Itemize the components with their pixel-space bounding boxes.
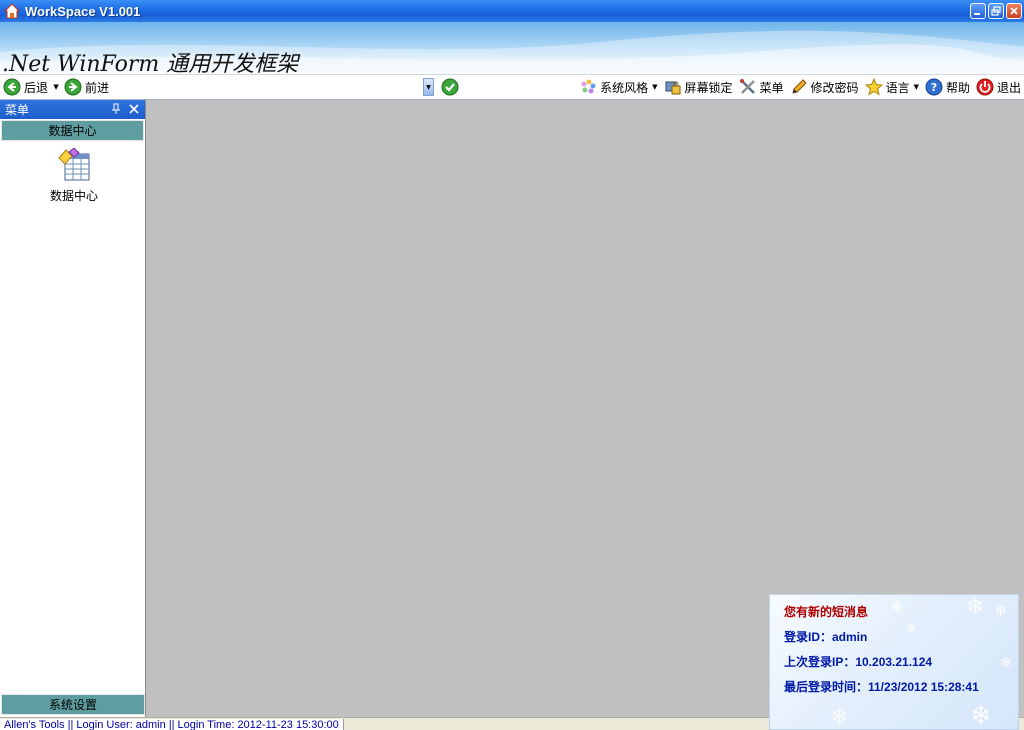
style-button[interactable]: 系统风格 ▼	[576, 76, 660, 98]
snowflake-icon: ❄	[906, 621, 917, 635]
language-label: 语言	[885, 80, 910, 95]
snowflake-icon: ❄	[994, 601, 1008, 620]
group-header-system-settings[interactable]: 系统设置	[1, 694, 145, 715]
status-text: Allen's Tools || Login User: admin || Lo…	[0, 719, 344, 730]
help-button[interactable]: ? 帮助	[922, 76, 973, 98]
forward-arrow-icon	[64, 78, 82, 96]
help-label: 帮助	[945, 80, 970, 95]
exit-icon	[976, 78, 994, 96]
address-combo[interactable]: ▼	[224, 77, 435, 97]
close-icon	[1010, 7, 1018, 15]
restore-icon	[991, 6, 1001, 16]
language-dropdown-arrow[interactable]: ▼	[914, 83, 919, 91]
style-label: 系统风格	[600, 80, 649, 95]
checkmark-icon	[441, 78, 459, 96]
snowflake-icon: ❄	[1000, 655, 1012, 671]
back-button[interactable]: 后退	[0, 76, 51, 98]
style-dropdown-arrow[interactable]: ▼	[652, 83, 657, 91]
forward-button[interactable]: 前进	[61, 76, 112, 98]
language-button[interactable]: 语言 ▼	[862, 76, 922, 98]
spreadsheet-icon	[58, 147, 90, 181]
exit-button[interactable]: 退出	[973, 76, 1024, 98]
data-center-shortcut-label: 数据中心	[49, 189, 98, 203]
go-button[interactable]	[438, 76, 465, 98]
house-icon[interactable]	[3, 2, 21, 20]
notification-last-time: 最后登录时间：11/23/2012 15:28:41	[784, 680, 979, 694]
minimize-icon	[974, 13, 980, 15]
toolbar: 后退 ▼ 前进 ▼ 系统风格 ▼ 屏幕锁定 菜单 修改密码 语言 ▼ ? 帮助 …	[0, 74, 1024, 100]
header-banner: .Net WinForm 通用开发框架	[0, 22, 1024, 74]
title-bar[interactable]: WorkSpace V1.001	[0, 0, 1024, 22]
change-password-button[interactable]: 修改密码	[787, 76, 862, 98]
group-header-data-center[interactable]: 数据中心	[1, 120, 144, 141]
data-center-shortcut[interactable]: 数据中心	[44, 147, 104, 204]
exit-label: 退出	[996, 80, 1021, 95]
lock-screen-label: 屏幕锁定	[684, 80, 733, 95]
banner-title: .Net WinForm 通用开发框架	[2, 52, 299, 74]
close-icon[interactable]	[127, 101, 141, 117]
snowflake-icon: ❄	[890, 597, 904, 616]
forward-label: 前进	[85, 80, 110, 95]
notification-last-ip: 上次登录IP：10.203.21.124	[784, 655, 933, 669]
window-title: WorkSpace V1.001	[25, 3, 141, 19]
star-icon	[864, 78, 883, 96]
pencil-icon	[790, 78, 808, 96]
notification-popup[interactable]: ❄ ❄ ❄ ❄ ❄ ❄ ❄ 您有新的短消息 登录ID：admin 上次登录IP：…	[769, 594, 1019, 730]
tools-icon	[739, 78, 757, 96]
notification-login-id: 登录ID：admin	[784, 630, 868, 644]
back-dropdown[interactable]: ▼	[51, 76, 61, 98]
menu-button[interactable]: 菜单	[736, 76, 787, 98]
snowflake-icon: ❄	[970, 701, 992, 730]
lock-screen-button[interactable]: 屏幕锁定	[661, 76, 736, 98]
lock-screen-icon	[664, 78, 682, 96]
menu-panel-header: 菜单	[0, 100, 145, 119]
address-dropdown-button[interactable]: ▼	[423, 78, 435, 96]
palette-icon	[579, 78, 597, 96]
snowflake-icon: ❄	[830, 705, 849, 730]
back-arrow-icon	[3, 78, 21, 96]
menu-label: 菜单	[759, 80, 784, 95]
menu-panel-title: 菜单	[5, 103, 30, 117]
close-button[interactable]	[1006, 3, 1022, 19]
back-label: 后退	[24, 80, 49, 95]
svg-text:?: ?	[931, 81, 937, 94]
pin-icon[interactable]	[109, 101, 123, 117]
snowflake-icon: ❄	[966, 595, 985, 620]
menu-panel: 菜单 数据中心 数据中心 系统设置	[0, 100, 146, 717]
minimize-button[interactable]	[970, 3, 986, 19]
change-password-label: 修改密码	[810, 80, 859, 95]
help-icon: ?	[925, 78, 943, 96]
notification-heading: 您有新的短消息	[784, 605, 869, 619]
restore-button[interactable]	[988, 3, 1004, 19]
